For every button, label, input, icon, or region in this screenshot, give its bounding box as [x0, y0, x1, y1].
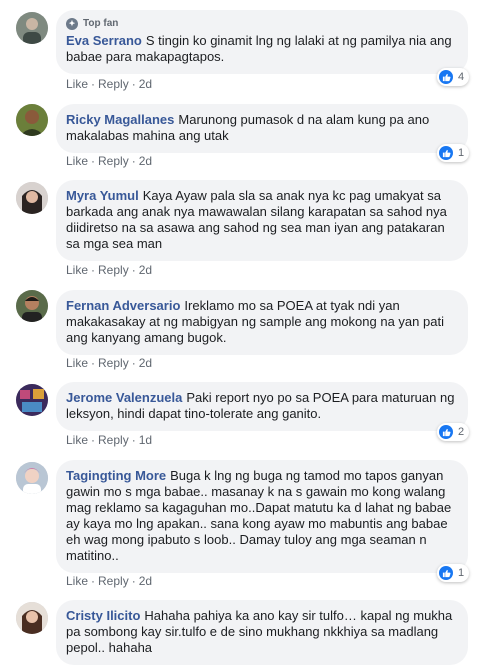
comment-bubble: Fernan Adversario Ireklamo mo sa POEA at …: [56, 290, 468, 355]
reply-link[interactable]: Reply: [98, 77, 129, 91]
like-link[interactable]: Like: [66, 263, 88, 277]
comments-page: { "comments": [ { "badge": "Top fan", "n…: [0, 0, 492, 665]
comment-actions: Like · Reply · 2d: [66, 154, 152, 168]
reply-link[interactable]: Reply: [98, 356, 129, 370]
like-reaction-icon: [439, 70, 453, 84]
separator: ·: [131, 574, 136, 588]
timestamp[interactable]: 2d: [139, 356, 152, 370]
comment-bubble: Cristy Ilicito Hahaha pahiya ka ano kay s…: [56, 600, 468, 665]
reply-link[interactable]: Reply: [98, 154, 129, 168]
separator: ·: [131, 263, 136, 277]
comment-bubble: Tagingting More Buga k lng ng buga ng tam…: [56, 460, 468, 573]
commenter-name[interactable]: Cristy Ilicito: [66, 608, 140, 623]
timestamp[interactable]: 2d: [139, 154, 152, 168]
reaction-number: 1: [458, 567, 465, 579]
commenter-name[interactable]: Jerome Valenzuela: [66, 390, 182, 405]
separator: ·: [91, 574, 96, 588]
like-reaction-icon: [439, 566, 453, 580]
like-reaction-icon: [439, 425, 453, 439]
reaction-number: 4: [458, 71, 465, 83]
reaction-count[interactable]: 1: [437, 144, 470, 162]
separator: ·: [91, 433, 96, 447]
top-fan-badge-icon: ✦: [66, 18, 78, 30]
separator: ·: [131, 356, 136, 370]
timestamp[interactable]: 2d: [139, 77, 152, 91]
separator: ·: [91, 154, 96, 168]
commenter-name[interactable]: Fernan Adversario: [66, 298, 180, 313]
like-link[interactable]: Like: [66, 356, 88, 370]
top-fan-label: Top fan: [83, 18, 119, 29]
like-reaction-icon: [439, 146, 453, 160]
like-link[interactable]: Like: [66, 154, 88, 168]
comment-bubble: Jerome Valenzuela Paki report nyo po sa P…: [56, 382, 468, 431]
timestamp[interactable]: 1d: [139, 433, 152, 447]
comment-bubble: ✦ Top fan Eva Serrano S tingin ko ginamit…: [56, 10, 468, 74]
commenter-name[interactable]: Eva Serrano: [66, 33, 142, 48]
separator: ·: [91, 263, 96, 277]
separator: ·: [91, 77, 96, 91]
avatar[interactable]: [16, 602, 48, 634]
commenter-name[interactable]: Tagingting More: [66, 468, 166, 483]
comment-bubble: Myra Yumul Kaya Ayaw pala sla sa anak nya…: [56, 180, 468, 261]
avatar[interactable]: [16, 12, 48, 44]
comment-actions: Like · Reply · 2d: [66, 77, 152, 91]
reaction-count[interactable]: 4: [437, 68, 470, 86]
timestamp[interactable]: 2d: [139, 263, 152, 277]
reaction-count[interactable]: 1: [437, 564, 470, 582]
like-link[interactable]: Like: [66, 574, 88, 588]
top-fan-badge: ✦ Top fan: [66, 18, 456, 30]
reply-link[interactable]: Reply: [98, 433, 129, 447]
reaction-count[interactable]: 2: [437, 423, 470, 441]
comment-bubble: Ricky Magallanes Marunong pumasok d na al…: [56, 104, 468, 153]
reaction-number: 1: [458, 147, 465, 159]
reply-link[interactable]: Reply: [98, 574, 129, 588]
avatar[interactable]: [16, 462, 48, 494]
comment-actions: Like · Reply · 2d: [66, 263, 152, 277]
comment-actions: Like · Reply · 2d: [66, 574, 152, 588]
avatar[interactable]: [16, 384, 48, 416]
separator: ·: [131, 154, 136, 168]
commenter-name[interactable]: Ricky Magallanes: [66, 112, 174, 127]
separator: ·: [131, 433, 136, 447]
avatar[interactable]: [16, 104, 48, 136]
separator: ·: [131, 77, 136, 91]
like-link[interactable]: Like: [66, 77, 88, 91]
comment-actions: Like · Reply · 1d: [66, 433, 152, 447]
avatar[interactable]: [16, 290, 48, 322]
reply-link[interactable]: Reply: [98, 263, 129, 277]
separator: ·: [91, 356, 96, 370]
comment-actions: Like · Reply · 2d: [66, 356, 152, 370]
timestamp[interactable]: 2d: [139, 574, 152, 588]
commenter-name[interactable]: Myra Yumul: [66, 188, 139, 203]
reaction-number: 2: [458, 426, 465, 438]
like-link[interactable]: Like: [66, 433, 88, 447]
avatar[interactable]: [16, 182, 48, 214]
